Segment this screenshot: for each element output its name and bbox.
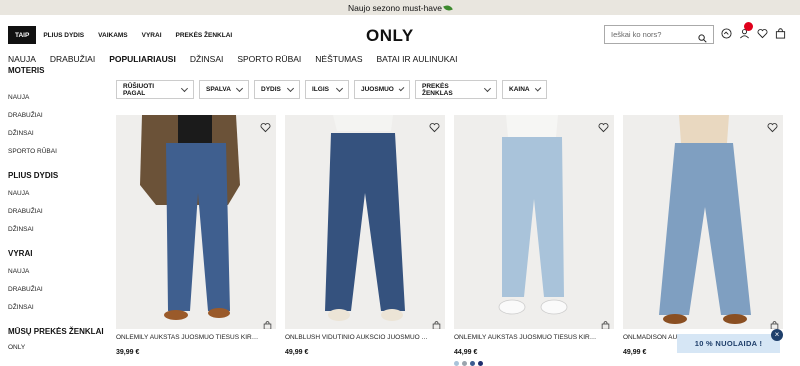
account-icon[interactable]: [738, 22, 753, 39]
promo-bar[interactable]: Naujo sezono must-have: [0, 0, 800, 15]
product-image[interactable]: [623, 115, 783, 329]
store-locator-icon[interactable]: [720, 27, 732, 39]
nav-nauja[interactable]: NAUJA: [8, 54, 36, 64]
sidebar-item[interactable]: DRABUŽIAI: [8, 208, 108, 215]
tab-vaikams[interactable]: VAIKAMS: [91, 26, 135, 44]
nav-nestumas[interactable]: NĖŠTUMAS: [315, 54, 362, 64]
search-input[interactable]: [611, 30, 701, 39]
color-swatches: [454, 361, 614, 366]
main-nav: NAUJA DRABUŽIAI POPULIARIAUSI DŽINSAI SP…: [8, 54, 457, 64]
tab-prekes-zenklai[interactable]: PREKĖS ŽENKLAI: [169, 26, 240, 44]
quick-add-bag-icon[interactable]: [432, 317, 441, 329]
chevron-down-icon: [235, 84, 244, 92]
product-card[interactable]: ONLMADISON AUKŠTAS JUOSMUO PLATUS KIRPIM…: [623, 115, 783, 366]
color-swatch[interactable]: [462, 361, 467, 366]
chevron-down-icon: [398, 85, 405, 91]
filter-size[interactable]: DYDIS: [254, 80, 300, 99]
cart-bag-icon[interactable]: [774, 27, 786, 39]
filter-waist[interactable]: JUOSMUO: [354, 80, 410, 99]
quick-add-bag-icon[interactable]: [770, 317, 779, 329]
product-photo: [623, 115, 783, 329]
sidebar-item[interactable]: NAUJA: [8, 94, 108, 101]
product-card[interactable]: ONLEMILY AUKŠTAS JUOSMUO TIESUS KIRPIMAS…: [454, 115, 614, 366]
color-swatch[interactable]: [454, 361, 459, 366]
filter-label: SPALVA: [206, 86, 231, 93]
product-image[interactable]: [454, 115, 614, 329]
brand-logo[interactable]: ONLY: [366, 26, 414, 46]
sidebar-title-plius-dydis[interactable]: PLIUS DYDIS: [8, 171, 108, 180]
filter-label: KAINA: [509, 86, 530, 93]
product-card[interactable]: ONLBLUSH VIDUTINIO AUKŠČIO JUOSMUO TIESU…: [285, 115, 445, 366]
sidebar-item[interactable]: NAUJA: [8, 268, 108, 275]
sidebar-item[interactable]: DRABUŽIAI: [8, 286, 108, 293]
nav-sporto-rubai[interactable]: SPORTO RŪBAI: [237, 54, 301, 64]
tab-vyrai[interactable]: VYRAI: [135, 26, 169, 44]
tab-plius-dydis[interactable]: PLIUS DYDIS: [36, 26, 91, 44]
filter-label: DYDIS: [261, 86, 281, 93]
sidebar-item[interactable]: NAUJA: [8, 190, 108, 197]
product-name[interactable]: ONLEMILY AUKŠTAS JUOSMUO TIESUS KIRPIMAS…: [116, 334, 261, 341]
chevron-down-icon: [335, 84, 344, 92]
header-icons: [720, 22, 786, 39]
product-price: 39,99 €: [116, 349, 140, 356]
sidebar-item[interactable]: DŽINSAI: [8, 130, 108, 137]
wishlist-heart-icon[interactable]: [767, 120, 778, 138]
nav-batai[interactable]: BATAI IR AULINUKAI: [377, 54, 458, 64]
sidebar-title-moteris[interactable]: MOTERIS: [8, 66, 108, 75]
nav-populiariausi[interactable]: POPULIARIAUSI: [109, 54, 176, 64]
filter-label: JUOSMUO: [361, 86, 394, 93]
sidebar-item[interactable]: DRABUŽIAI: [8, 112, 108, 119]
notification-badge: [744, 22, 753, 31]
nav-dzinsai[interactable]: DŽINSAI: [190, 54, 224, 64]
top-tabs: TAIP PLIUS DYDIS VAIKAMS VYRAI PREKĖS ŽE…: [8, 26, 239, 44]
product-photo: [285, 115, 445, 329]
close-icon[interactable]: ×: [771, 329, 783, 341]
wishlist-heart-icon[interactable]: [598, 120, 609, 138]
product-name[interactable]: ONLBLUSH VIDUTINIO AUKŠČIO JUOSMUO TIESU…: [285, 334, 430, 341]
wishlist-heart-icon[interactable]: [429, 120, 440, 138]
search-box[interactable]: [604, 25, 714, 44]
filter-color[interactable]: SPALVA: [199, 80, 249, 99]
product-price: 49,99 €: [285, 349, 309, 356]
filter-bar: RŪŠIUOTI PAGAL SPALVA DYDIS ILGIS JUOSMU…: [116, 80, 547, 99]
chevron-down-icon: [484, 84, 492, 92]
wishlist-icon[interactable]: [756, 27, 768, 39]
filter-price[interactable]: KAINA: [502, 80, 547, 99]
leaf-icon: [443, 3, 453, 12]
product-price: 44,99 €: [454, 349, 478, 356]
sidebar-item[interactable]: SPORTO RŪBAI: [8, 148, 108, 155]
product-image[interactable]: [285, 115, 445, 329]
filter-brand[interactable]: PREKĖS ŽENKLAS: [415, 80, 497, 99]
chevron-down-icon: [181, 84, 189, 92]
sidebar-title-vyrai[interactable]: VYRAI: [8, 249, 108, 258]
color-swatch[interactable]: [470, 361, 475, 366]
product-image[interactable]: [116, 115, 276, 329]
filter-length[interactable]: ILGIS: [305, 80, 349, 99]
search-icon[interactable]: [698, 30, 707, 48]
filter-label: ILGIS: [312, 86, 329, 93]
sidebar-item[interactable]: ONLY: [8, 344, 108, 351]
product-grid: ONLEMILY AUKŠTAS JUOSMUO TIESUS KIRPIMAS…: [116, 115, 783, 366]
product-card[interactable]: ONLEMILY AUKŠTAS JUOSMUO TIESUS KIRPIMAS…: [116, 115, 276, 366]
wishlist-heart-icon[interactable]: [260, 120, 271, 138]
product-photo: [454, 115, 614, 329]
category-sidebar: MOTERIS NAUJA DRABUŽIAI DŽINSAI SPORTO R…: [8, 66, 108, 351]
sidebar-item[interactable]: DŽINSAI: [8, 304, 108, 311]
promo-text: Naujo sezono must-have: [347, 2, 443, 13]
color-swatch[interactable]: [478, 361, 483, 366]
filter-sort[interactable]: RŪŠIUOTI PAGAL: [116, 80, 194, 99]
product-photo: [116, 115, 276, 329]
filter-label: PREKĖS ŽENKLAS: [422, 82, 453, 97]
product-name[interactable]: ONLEMILY AUKŠTAS JUOSMUO TIESUS KIRPIMAS…: [454, 334, 599, 341]
nav-drabuziai[interactable]: DRABUŽIAI: [50, 54, 95, 64]
sidebar-item[interactable]: DŽINSAI: [8, 226, 108, 233]
quick-add-bag-icon[interactable]: [263, 317, 272, 329]
tab-taip[interactable]: TAIP: [8, 26, 37, 44]
sidebar-title-brands[interactable]: MŪSŲ PREKĖS ŽENKLAI: [8, 327, 108, 336]
quick-add-bag-icon[interactable]: [601, 317, 610, 329]
discount-banner[interactable]: 10 % NUOLAIDA !: [677, 334, 780, 353]
chevron-down-icon: [286, 84, 295, 92]
chevron-down-icon: [534, 84, 542, 92]
filter-label: RŪŠIUOTI PAGAL: [123, 82, 155, 97]
